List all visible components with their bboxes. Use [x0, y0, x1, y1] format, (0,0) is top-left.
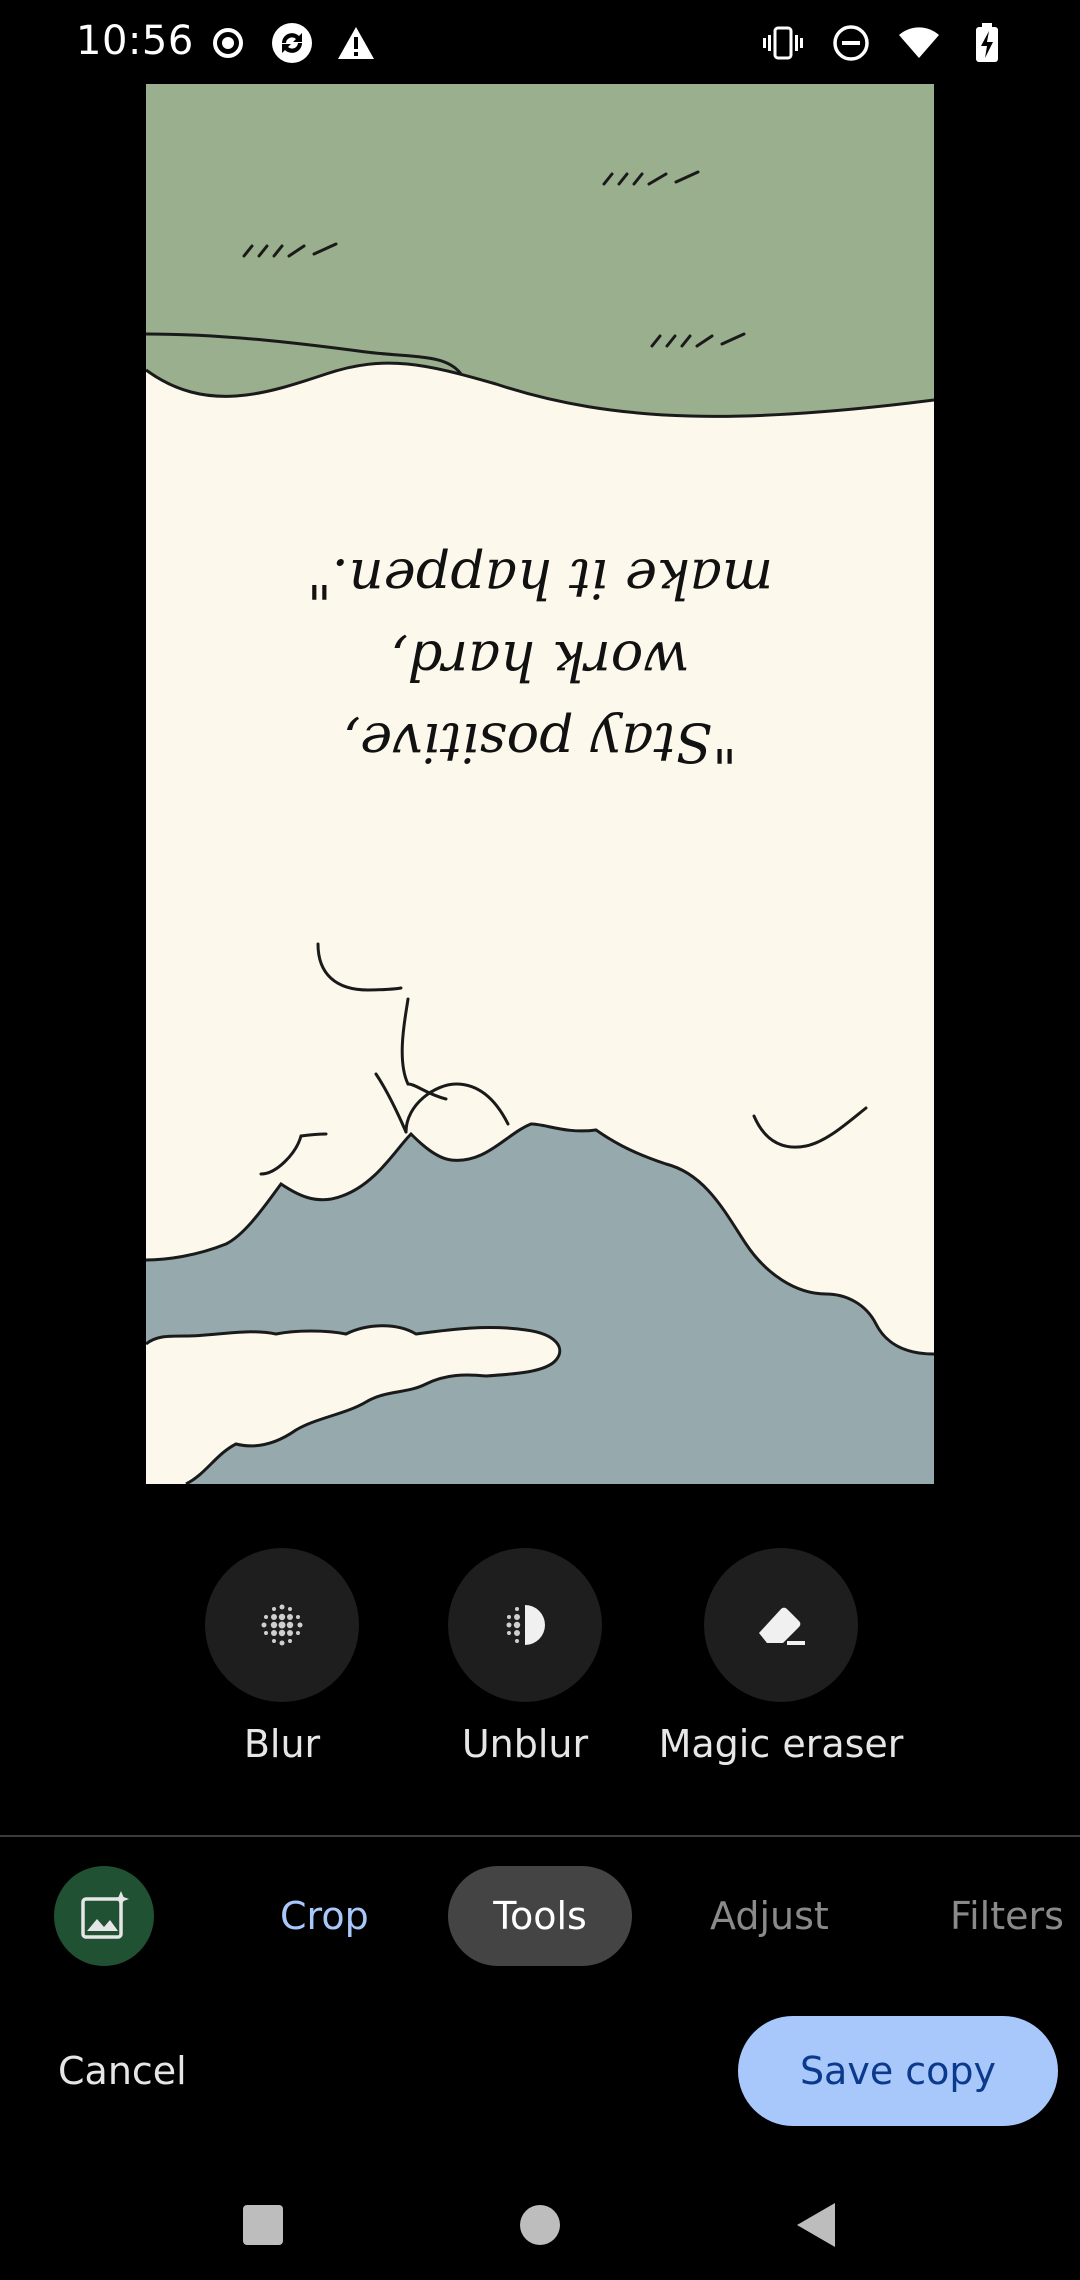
- unblur-tool[interactable]: Unblur: [395, 1548, 655, 1766]
- record-icon: [205, 20, 251, 66]
- unblur-icon: [506, 1605, 545, 1645]
- sync-app-icon: [269, 20, 315, 66]
- magic-eraser-tool-button[interactable]: [704, 1548, 858, 1702]
- unblur-tool-button[interactable]: [448, 1548, 602, 1702]
- back-triangle-icon[interactable]: [782, 2190, 852, 2260]
- quote-line-3: make it happen.": [307, 547, 773, 610]
- tab-crop[interactable]: Crop: [280, 1866, 369, 1966]
- quote-line-2: work hard,: [391, 629, 690, 692]
- magic-eraser-tool[interactable]: Magic eraser: [651, 1548, 911, 1766]
- tab-adjust[interactable]: Adjust: [710, 1866, 829, 1966]
- eraser-icon: [759, 1607, 805, 1645]
- unblur-tool-label: Unblur: [461, 1722, 589, 1766]
- blur-dots-icon: [261, 1604, 303, 1646]
- action-bar: Cancel Save copy: [0, 2016, 1080, 2126]
- magic-eraser-tool-label: Magic eraser: [658, 1722, 904, 1766]
- tab-tools[interactable]: Tools: [448, 1866, 632, 1966]
- vibrate-icon: [760, 20, 806, 66]
- warning-icon: [333, 20, 379, 66]
- tab-filters[interactable]: Filters: [950, 1866, 1064, 1966]
- blur-tool[interactable]: Blur: [152, 1548, 412, 1766]
- tools-panel: Blur Unblur Magic eraser: [0, 1548, 1080, 1778]
- status-right-icons: [760, 20, 1010, 66]
- editor-tabs: Crop Tools Adjust Filters: [0, 1866, 1080, 1966]
- blur-tool-label: Blur: [243, 1722, 321, 1766]
- wifi-icon: [896, 20, 942, 66]
- status-left-icons: [205, 20, 379, 66]
- photo-illustration: "Stay positive, work hard, make it happe…: [146, 84, 934, 1484]
- status-time: 10:56: [76, 18, 194, 64]
- save-copy-button[interactable]: Save copy: [738, 2016, 1058, 2126]
- system-nav-bar: [0, 2170, 1080, 2280]
- auto-enhance-button[interactable]: [54, 1866, 154, 1966]
- auto-enhance-photo-icon: [81, 1891, 129, 1939]
- photo-preview[interactable]: "Stay positive, work hard, make it happe…: [146, 84, 934, 1484]
- divider: [0, 1835, 1080, 1837]
- quote-line-1: "Stay positive,: [343, 711, 737, 774]
- home-circle-icon[interactable]: [505, 2190, 575, 2260]
- do-not-disturb-icon: [828, 20, 874, 66]
- blur-tool-button[interactable]: [205, 1548, 359, 1702]
- battery-charging-icon: [964, 20, 1010, 66]
- cancel-button[interactable]: Cancel: [58, 2016, 187, 2126]
- recents-square-icon[interactable]: [228, 2190, 298, 2260]
- status-bar: 10:56: [0, 0, 1080, 84]
